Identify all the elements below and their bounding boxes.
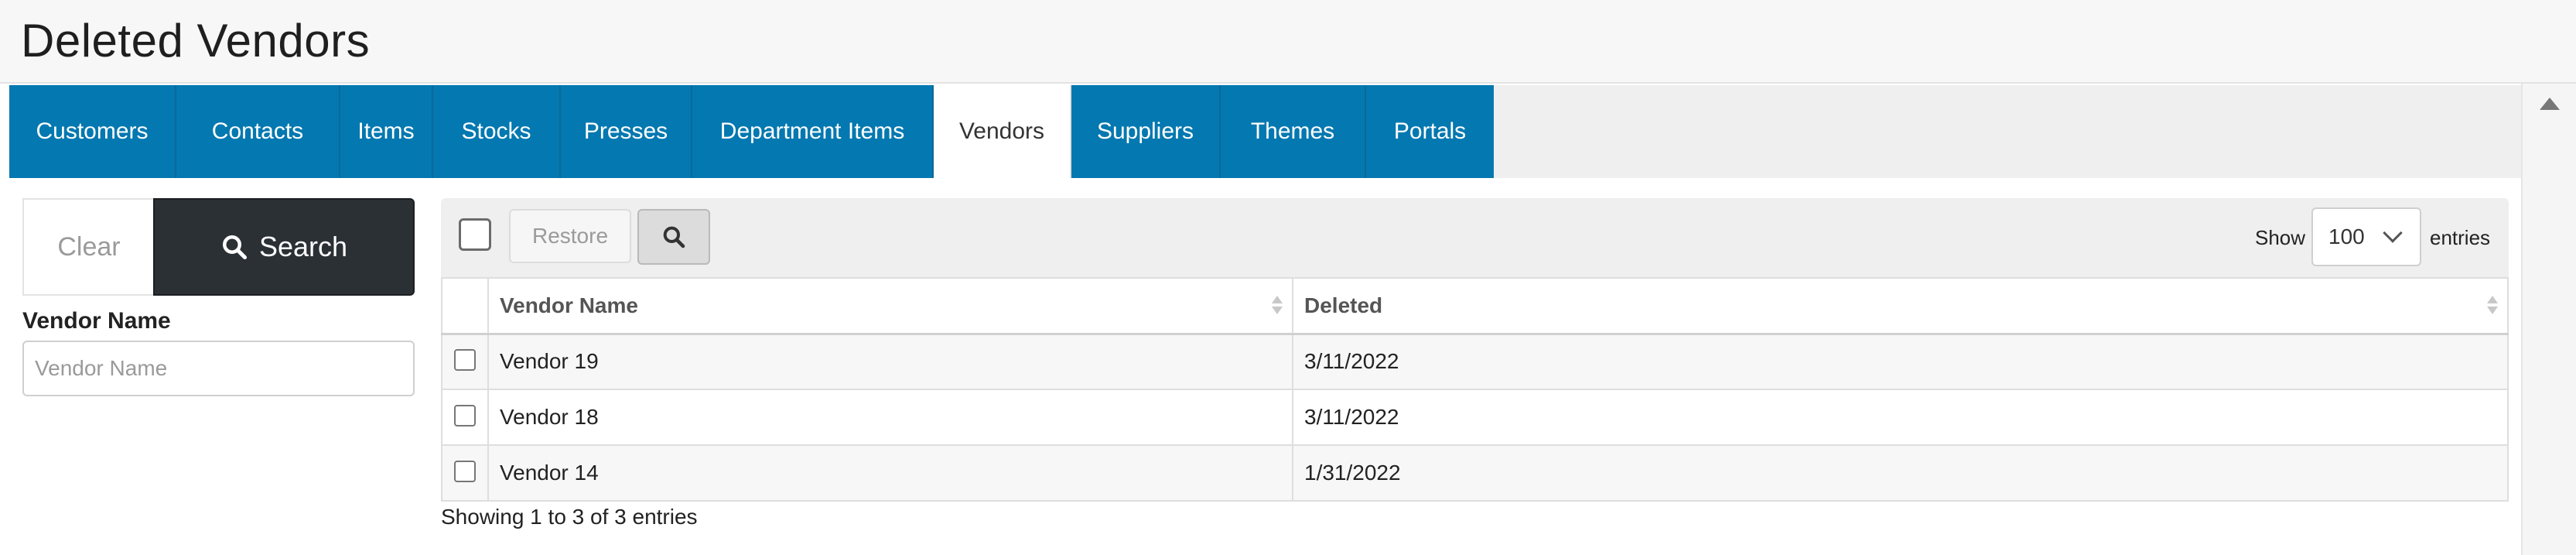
sort-icon[interactable] (2487, 296, 2499, 317)
deleted-vendors-table: Vendor Name Deleted Vendor 19 3/11/2022 … (441, 277, 2509, 502)
row-checkbox[interactable] (454, 460, 476, 482)
deleted-date-cell: 3/11/2022 (1292, 333, 2509, 390)
tab-department-items[interactable]: Department Items (692, 85, 934, 178)
vendor-name-input[interactable] (22, 341, 415, 396)
row-checkbox[interactable] (454, 348, 476, 371)
checkbox-column-header (441, 277, 489, 335)
tab-suppliers[interactable]: Suppliers (1071, 85, 1221, 178)
tab-contacts[interactable]: Contacts (176, 85, 340, 178)
row-checkbox[interactable] (454, 404, 476, 427)
row-checkbox-cell (441, 333, 489, 390)
vertical-scrollbar[interactable] (2521, 84, 2576, 555)
search-button[interactable]: Search (153, 198, 415, 296)
select-all-checkbox[interactable] (459, 218, 491, 251)
column-header-label: Deleted (1304, 293, 1383, 317)
entries-select-value: 100 (2328, 224, 2365, 248)
row-checkbox-cell (441, 444, 489, 502)
table-toolbar: Restore Show 100 entries (441, 198, 2509, 277)
page-header: Deleted Vendors (0, 0, 2576, 84)
vendor-name-label: Vendor Name (22, 308, 171, 334)
table-header-row: Vendor Name Deleted (441, 277, 2509, 335)
page-title: Deleted Vendors (21, 15, 371, 67)
tab-portals[interactable]: Portals (1366, 85, 1494, 178)
search-button-label: Search (258, 231, 348, 262)
tab-themes[interactable]: Themes (1221, 85, 1366, 178)
tabs-bar: Customers Contacts Items Stocks Presses … (9, 85, 2522, 178)
column-header-label: Vendor Name (500, 293, 638, 317)
vendor-name-cell: Vendor 19 (487, 333, 1293, 390)
scroll-up-arrow-icon[interactable] (2540, 98, 2560, 110)
chevron-down-icon (2383, 223, 2403, 243)
tab-stocks[interactable]: Stocks (433, 85, 561, 178)
vendor-name-cell: Vendor 18 (487, 389, 1293, 446)
search-icon (222, 235, 248, 260)
table-row[interactable]: Vendor 14 1/31/2022 (441, 444, 2509, 502)
tab-customers[interactable]: Customers (9, 85, 176, 178)
table-search-button[interactable] (637, 209, 710, 265)
entries-per-page-select[interactable]: 100 (2311, 207, 2421, 266)
table-row[interactable]: Vendor 19 3/11/2022 (441, 333, 2509, 390)
clear-button[interactable]: Clear (22, 198, 154, 296)
column-header-vendor-name[interactable]: Vendor Name (487, 277, 1293, 335)
column-header-deleted[interactable]: Deleted (1292, 277, 2509, 335)
row-checkbox-cell (441, 389, 489, 446)
table-info-text: Showing 1 to 3 of 3 entries (441, 505, 698, 529)
show-label: Show (2255, 226, 2306, 249)
sort-icon[interactable] (1272, 296, 1284, 317)
entries-label: entries (2430, 226, 2491, 249)
restore-button[interactable]: Restore (509, 209, 631, 263)
tab-presses[interactable]: Presses (561, 85, 692, 178)
deleted-date-cell: 1/31/2022 (1292, 444, 2509, 502)
vendor-name-cell: Vendor 14 (487, 444, 1293, 502)
tab-items[interactable]: Items (340, 85, 433, 178)
tabs: Customers Contacts Items Stocks Presses … (9, 85, 1494, 178)
table-row[interactable]: Vendor 18 3/11/2022 (441, 389, 2509, 446)
search-icon (663, 226, 685, 248)
deleted-date-cell: 3/11/2022 (1292, 389, 2509, 446)
tab-vendors[interactable]: Vendors (934, 85, 1071, 178)
